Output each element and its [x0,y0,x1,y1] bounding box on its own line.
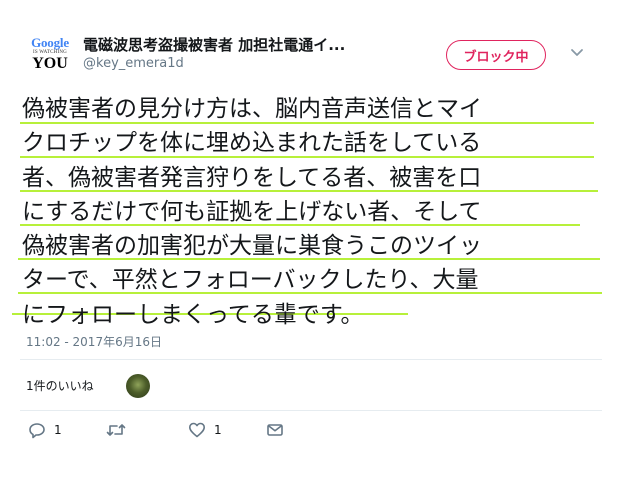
divider [20,359,602,360]
tweet-container: Google IS WATCHING YOU 電磁波思考盗撮被害者 加担社電通イ… [0,0,622,478]
reply-count: 1 [54,423,62,437]
avatar-logo-line-3: YOU [32,55,68,72]
tweet-text-line: 偽被害者の見分け方は、脳内音声送信とマイ [22,96,482,122]
divider [20,410,602,411]
tweet-text-line: 偽被害者の加害犯が大量に巣食うこのツイッ [22,233,482,260]
author-screen-name[interactable]: @key_emera1d [83,56,184,71]
like-count: 1 [214,423,222,437]
direct-message-button[interactable] [266,421,284,439]
tweet-actions: 1 1 [0,421,622,445]
reply-icon [28,421,46,439]
tweet-text-line: 者、偽被害者発言狩りをしてる者、被害を口 [22,164,482,191]
reply-button[interactable]: 1 [28,421,62,439]
tweet-text-line: ターで、平然とフォローバックしたり、大量 [22,267,479,294]
author-display-name[interactable]: 電磁波思考盗撮被害者 加担社電通イ... [83,34,403,55]
direct-message-icon [266,421,284,439]
chevron-down-icon[interactable] [570,44,584,56]
tweet-text-line: にするだけで何も証拠を上げない者、そして [22,198,482,225]
retweet-button[interactable] [106,421,126,439]
like-icon [188,421,206,439]
liker-avatar[interactable] [126,374,150,398]
tweet-text: 偽被害者の見分け方は、脳内音声送信とマイ クロチップを体に埋め込まれた話をしてい… [22,92,602,332]
avatar-logo-line-1: Google [31,35,69,50]
tweet-text-line: にフォローしまくってる輩です。 [22,301,364,328]
like-button[interactable]: 1 [188,421,222,439]
author-avatar[interactable]: Google IS WATCHING YOU [27,30,73,76]
blocked-button[interactable]: ブロック中 [446,40,546,70]
tweet-timestamp[interactable]: 11:02 - 2017年6月16日 [26,333,162,350]
tweet-text-line: クロチップを体に埋め込まれた話をしている [22,130,482,157]
likes-count-link[interactable]: 1件のいいね [26,377,94,394]
retweet-icon [106,421,126,439]
